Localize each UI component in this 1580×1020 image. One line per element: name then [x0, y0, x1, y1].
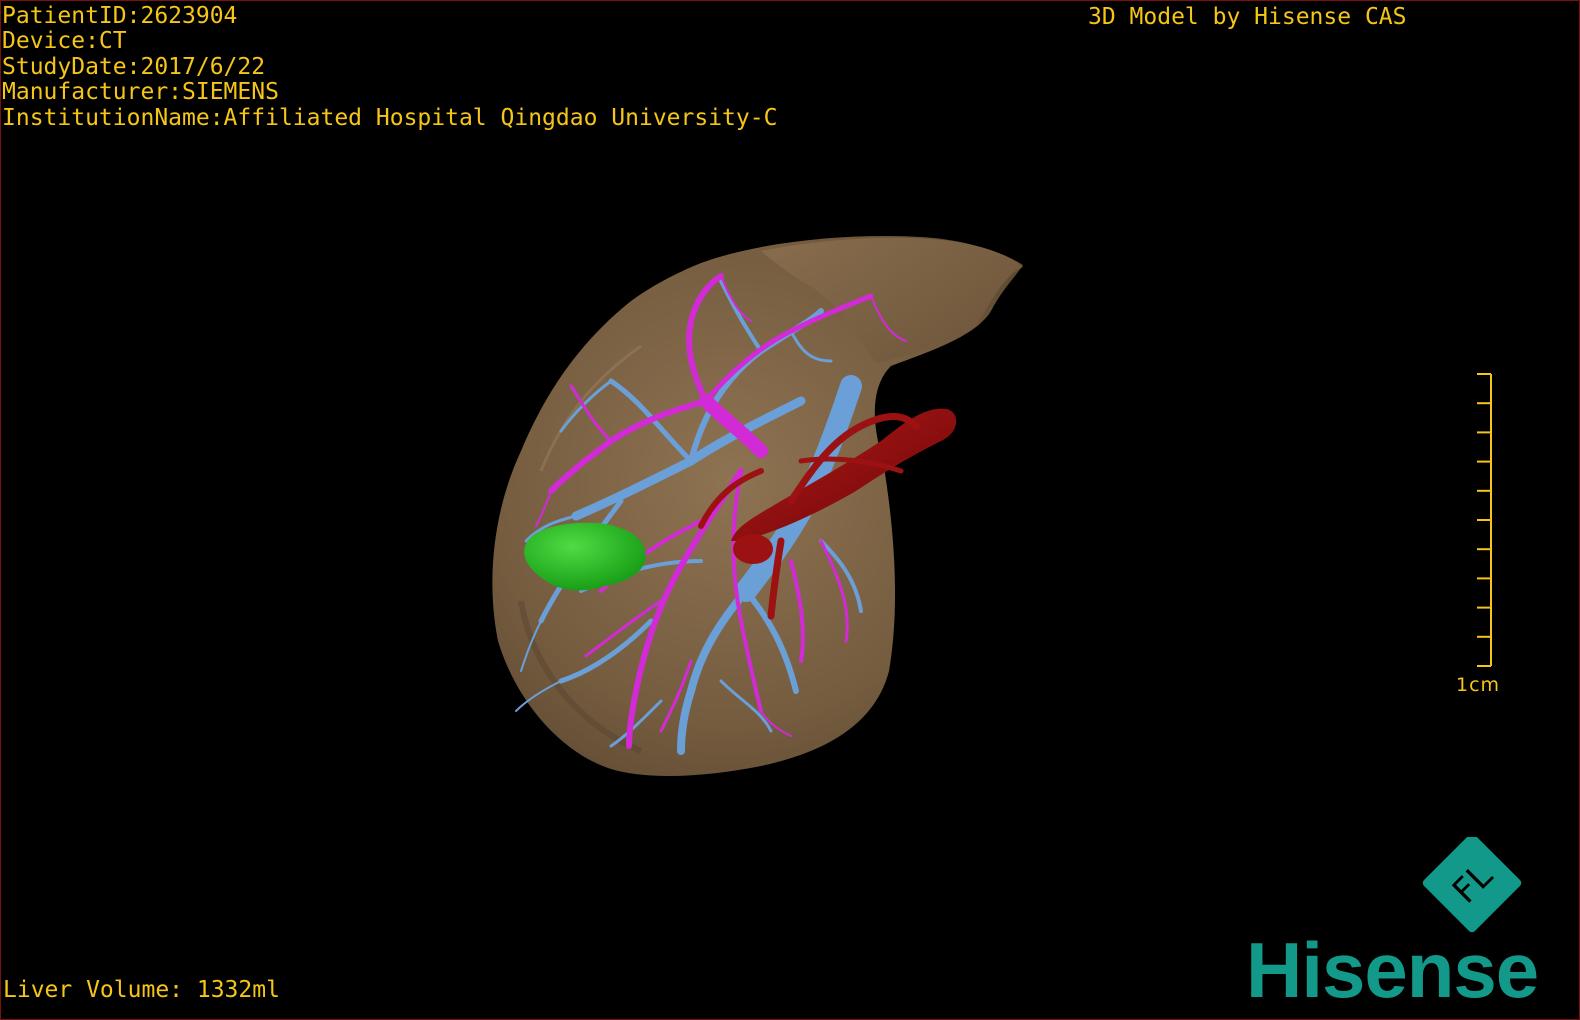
3d-render-viewport[interactable]: PatientID:2623904 Device:CT StudyDate:20…: [0, 0, 1580, 1020]
manufacturer-label: Manufacturer:SIEMENS: [2, 79, 279, 106]
institution-label: InstitutionName:Affiliated Hospital Qing…: [2, 104, 778, 131]
device-label: Device:CT: [2, 28, 127, 55]
hisense-wordmark: Hisense: [1246, 926, 1538, 1007]
scale-bar-ruler: [1477, 373, 1492, 667]
liver-volume-label: Liver Volume: 1332ml: [3, 977, 280, 1003]
brand-logo: FL Hisense: [1246, 837, 1539, 1007]
model-credit-label: 3D Model by Hisense CAS: [1088, 4, 1407, 30]
study-date-label: StudyDate:2017/6/22: [2, 53, 266, 80]
patient-id-label: PatientID:2623904: [2, 3, 238, 29]
fl-badge-icon: FL: [1422, 837, 1522, 933]
scale-bar-label: 1cm: [1456, 674, 1501, 696]
dicom-info-overlay: PatientID:2623904 Device:CT StudyDate:20…: [2, 3, 778, 131]
